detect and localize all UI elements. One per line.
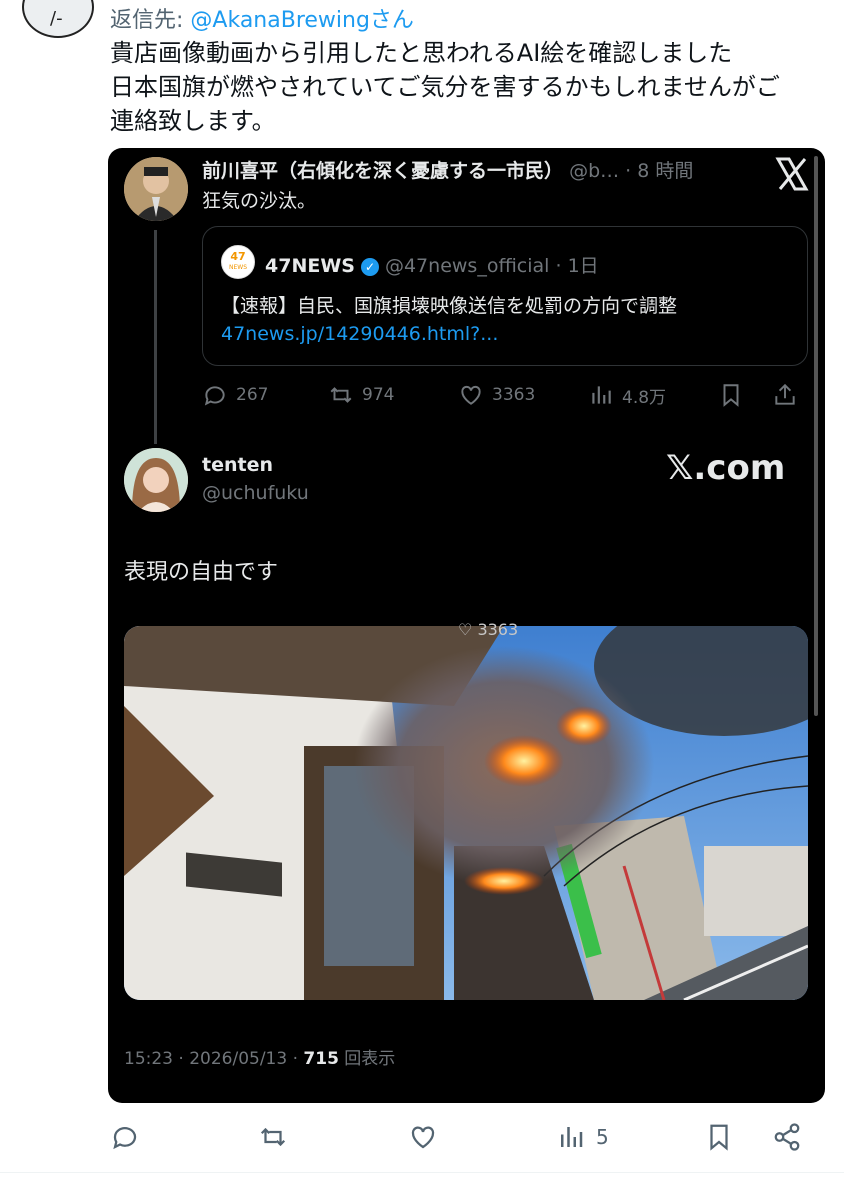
bookmark-icon (723, 384, 739, 407)
quoted-post-header: 47NEWS ✓ @47news_official · 1日 (265, 251, 599, 278)
attached-screenshot[interactable]: 前川喜平（右傾化を深く憂慮する一市民） @b… · 8 時間 狂気の沙汰。 47… (108, 148, 825, 1103)
avatar-glyph: /- (50, 8, 63, 29)
embedded-views-label: 回表示 (338, 1049, 396, 1069)
photo-scene (124, 626, 808, 1000)
embedded-action-bar: 267 974 3363 4.8万 (202, 378, 812, 412)
quoted-post-name: 47NEWS (265, 255, 355, 277)
thread-connector-line (154, 230, 157, 444)
embedded-post2-handle: @uchufuku (202, 482, 309, 504)
quoted-post-link: 47news.jp/14290446.html?... (221, 323, 499, 345)
xcom-watermark: 𝕏.com (666, 448, 786, 488)
logo-text-bottom: NEWS (228, 264, 248, 271)
views-button[interactable]: 5 (556, 1118, 609, 1156)
heart-icon (461, 385, 481, 405)
post-body-line: 連絡致します。 (110, 107, 276, 135)
embedded-views-number: 715 (303, 1049, 339, 1069)
embedded-repost-count: 974 (362, 385, 395, 405)
share-icon (774, 1123, 800, 1151)
embedded-like-action: 3363 (458, 378, 535, 412)
reply-icon (113, 1127, 137, 1150)
views-chart-icon (561, 1127, 583, 1147)
author-avatar[interactable]: /- (22, 0, 94, 38)
embedded-share-action (772, 378, 798, 412)
repost-icon (330, 387, 352, 403)
heart-icon (411, 1126, 435, 1149)
embedded-post2-name: tenten (202, 454, 273, 476)
embedded-post2-text: 表現の自由です (124, 560, 279, 585)
embedded-timestamp-text: 15:23 · 2026/05/13 · (124, 1049, 304, 1069)
share-button[interactable] (772, 1118, 802, 1156)
embedded-bookmark-action (718, 378, 744, 412)
embedded-views-count: 4.8万 (622, 387, 667, 408)
logo-text-top: 47 (230, 250, 246, 263)
like-button[interactable] (408, 1118, 438, 1156)
reply-icon (204, 386, 225, 406)
views-count: 5 (596, 1125, 609, 1149)
post-body-line: 日本国旗が燃やされていてご気分を害するかもしれませんがご (110, 73, 780, 101)
embedded-avatar-2 (124, 448, 188, 512)
post-body-line: 貴店画像動画から引用したと思われるAI絵を確認しました (110, 39, 733, 67)
embedded-post1-text: 狂気の沙汰。 (202, 190, 317, 212)
embedded-post1-meta: @b… · 8 時間 (569, 160, 694, 182)
verified-badge-icon: ✓ (360, 258, 379, 276)
embedded-reply-count: 267 (236, 385, 269, 405)
embedded-like-count: 3363 (492, 385, 536, 405)
embedded-repost-action: 974 (328, 378, 394, 412)
embedded-views-action: 4.8万 (588, 378, 666, 412)
quoted-post: 47 NEWS 47NEWS ✓ @47news_official · 1日 【速報… (202, 226, 808, 366)
quoted-post-text: 【速報】自民、国旗損壊映像送信を処罰の方向で調整 (221, 295, 678, 317)
bookmark-button[interactable] (704, 1118, 734, 1156)
embedded-timestamp: 15:23 · 2026/05/13 · 715 回表示 (124, 1044, 395, 1069)
embedded-post1-header: 前川喜平（右傾化を深く憂慮する一市民） @b… · 8 時間 (202, 156, 693, 183)
quoted-post-meta: @47news_official · 1日 (384, 255, 599, 277)
scrollbar (814, 156, 818, 716)
divider (0, 1172, 844, 1173)
embedded-post1-name: 前川喜平（右傾化を深く憂慮する一市民） (202, 160, 564, 182)
reply-to-line: 返信先: @AkanaBrewingさん (110, 2, 414, 34)
x-logo-icon (775, 157, 809, 191)
repost-icon (260, 1127, 286, 1147)
reply-to-prefix: 返信先: (110, 8, 184, 33)
repost-button[interactable] (258, 1118, 288, 1156)
reply-button[interactable] (110, 1118, 140, 1156)
photo-overlay-count-value: 3363 (477, 620, 519, 639)
47news-logo-icon: 47 NEWS (221, 245, 255, 279)
bookmark-icon (710, 1124, 728, 1151)
post-body: 貴店画像動画から引用したと思われるAI絵を確認しました 日本国旗が燃やされていて… (110, 36, 830, 138)
photo-overlay-count: ♡ 3363 (458, 620, 519, 639)
embedded-avatar-1 (124, 157, 188, 221)
embedded-photo (124, 626, 808, 1000)
reply-to-handle-link[interactable]: @AkanaBrewingさん (190, 8, 414, 33)
views-chart-icon (592, 386, 611, 404)
embedded-reply-action: 267 (202, 378, 268, 412)
share-icon (775, 383, 795, 405)
